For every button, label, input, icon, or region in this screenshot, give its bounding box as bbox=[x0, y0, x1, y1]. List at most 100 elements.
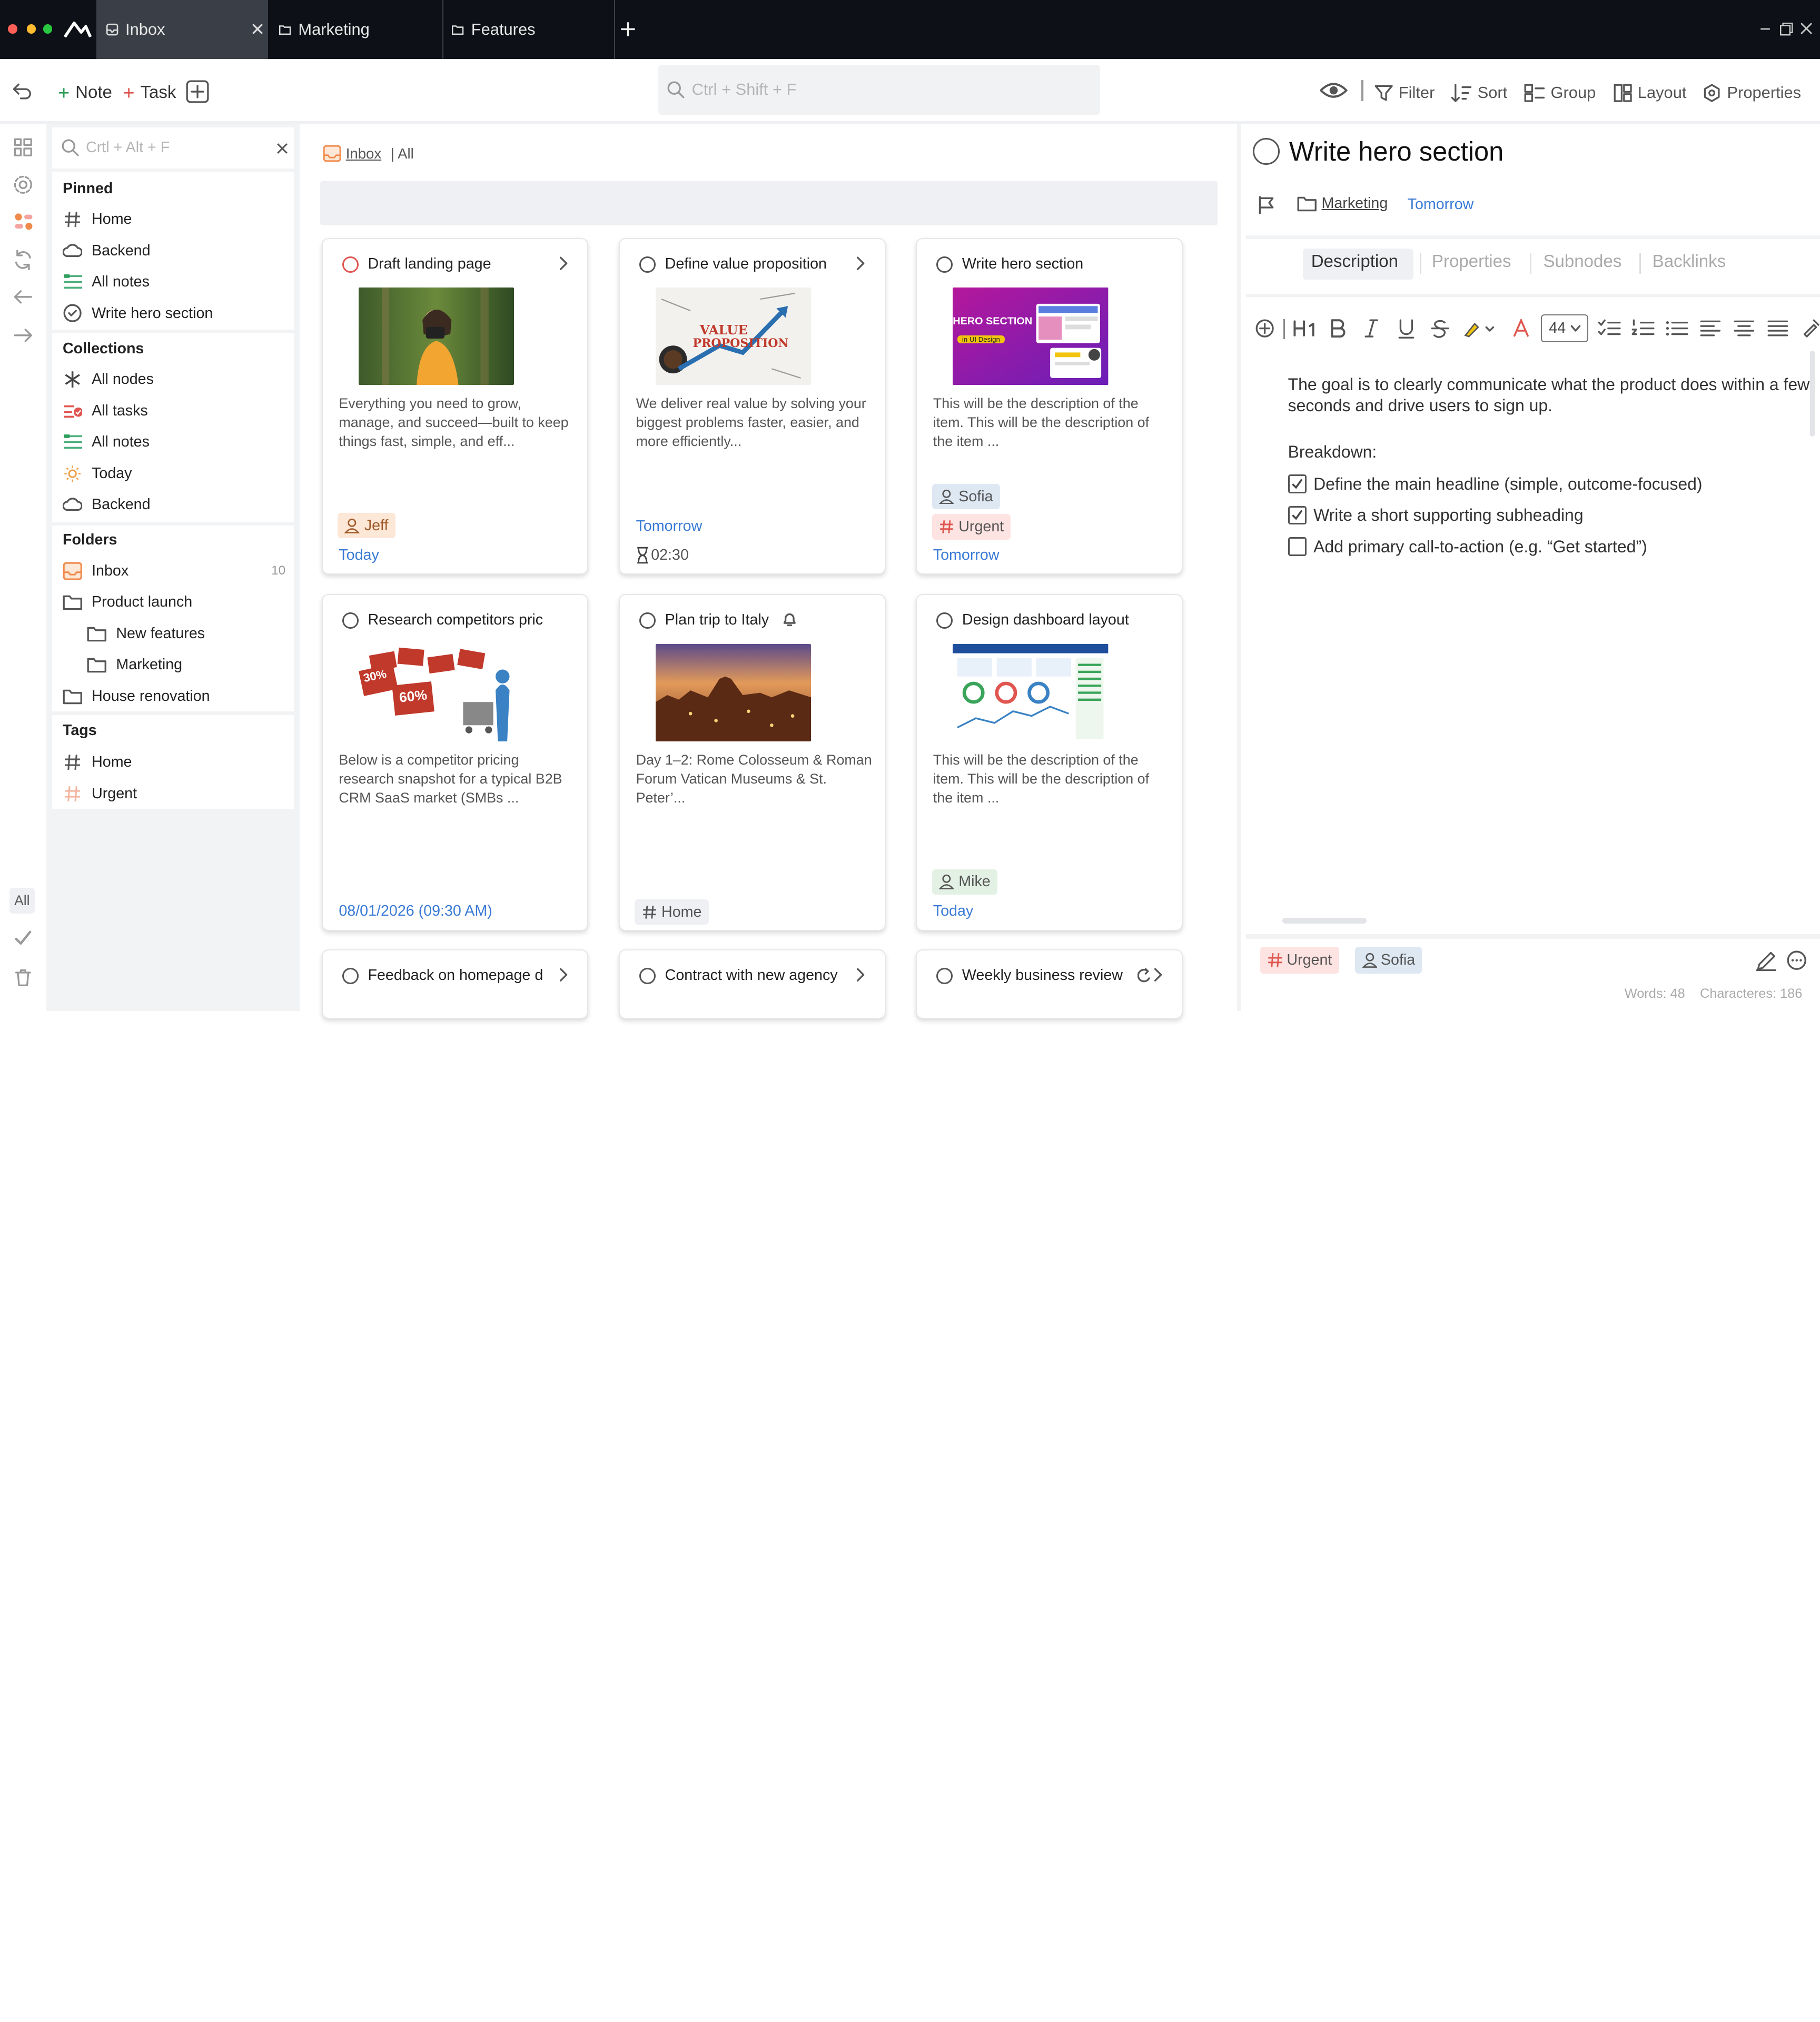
back-arrow-icon[interactable] bbox=[13, 286, 34, 308]
sidebar-item-house-renovation[interactable]: House renovation bbox=[63, 685, 210, 708]
search-input[interactable]: Ctrl + Shift + F bbox=[658, 65, 1101, 115]
sidebar-search[interactable]: Crtl + Alt + F bbox=[52, 127, 294, 168]
insert-plus-icon[interactable] bbox=[1255, 319, 1274, 338]
due-date[interactable]: Tomorrow bbox=[933, 547, 1000, 564]
detail-folder-link[interactable]: Marketing bbox=[1297, 195, 1388, 212]
detail-title[interactable]: Write hero section bbox=[1289, 136, 1504, 167]
all-filter-button[interactable]: All bbox=[9, 888, 35, 914]
properties-button[interactable]: Properties bbox=[1703, 82, 1801, 103]
new-task-button[interactable]: + Task bbox=[123, 82, 176, 104]
undo-icon[interactable] bbox=[12, 82, 33, 101]
task-checkbox[interactable] bbox=[639, 967, 656, 984]
assignee-pill[interactable]: Sofia bbox=[1355, 947, 1422, 974]
sidebar-item-backend-collection[interactable]: Backend bbox=[63, 493, 151, 517]
apps-icon[interactable] bbox=[13, 211, 34, 232]
task-checkbox[interactable] bbox=[639, 612, 656, 629]
bell-icon[interactable] bbox=[782, 611, 797, 628]
sidebar-item-all-nodes[interactable]: All nodes bbox=[63, 368, 154, 391]
layout-button[interactable]: Layout bbox=[1614, 82, 1686, 103]
sidebar-item-product-launch[interactable]: Product launch bbox=[63, 591, 192, 614]
sidebar-item-tag-urgent[interactable]: Urgent bbox=[63, 782, 137, 805]
card-draft-landing-page[interactable]: Draft landing page Everything you need t… bbox=[321, 237, 589, 574]
more-options-icon[interactable] bbox=[1787, 950, 1807, 970]
minimize-window-button[interactable] bbox=[26, 24, 36, 34]
bullet-list-icon[interactable] bbox=[1665, 319, 1688, 338]
detail-due-date[interactable]: Tomorrow bbox=[1408, 196, 1474, 213]
task-checkbox[interactable] bbox=[342, 967, 359, 984]
tab-features[interactable]: Features bbox=[442, 0, 614, 59]
breadcrumb-inbox-link[interactable]: Inbox bbox=[346, 145, 381, 162]
due-date[interactable]: Today bbox=[933, 903, 973, 920]
dashboard-icon[interactable] bbox=[13, 137, 34, 158]
checked-checkbox[interactable] bbox=[1288, 474, 1307, 493]
card-contract-with-new-agency[interactable]: Contract with new agency bbox=[618, 949, 886, 1019]
due-date[interactable]: Tomorrow bbox=[636, 518, 703, 535]
sidebar-item-all-notes-collection[interactable]: All notes bbox=[63, 431, 150, 454]
restore-icon[interactable] bbox=[1779, 22, 1793, 36]
eye-icon[interactable] bbox=[1320, 81, 1348, 100]
checklist-item[interactable]: Write a short supporting subheading bbox=[1288, 505, 1584, 526]
bold-icon[interactable] bbox=[1330, 319, 1346, 338]
unchecked-checkbox[interactable] bbox=[1288, 537, 1307, 556]
horizontal-scrollbar[interactable] bbox=[1282, 918, 1367, 924]
heading-1-icon[interactable] bbox=[1292, 319, 1318, 338]
task-checkbox[interactable] bbox=[936, 256, 953, 273]
task-checkbox[interactable] bbox=[639, 256, 656, 273]
chevron-right-icon[interactable] bbox=[557, 256, 569, 270]
close-window-button[interactable] bbox=[8, 24, 18, 34]
card-feedback-on-homepage[interactable]: Feedback on homepage d bbox=[321, 949, 589, 1019]
due-date[interactable]: Today bbox=[339, 547, 379, 564]
sidebar-item-inbox[interactable]: Inbox 10 bbox=[63, 559, 285, 582]
chevron-right-icon[interactable] bbox=[557, 968, 569, 982]
card-design-dashboard-layout[interactable]: Design dashboard layout This will be the… bbox=[915, 594, 1183, 931]
trash-icon[interactable] bbox=[13, 967, 34, 988]
tab-properties[interactable]: Properties bbox=[1432, 252, 1511, 272]
sync-icon[interactable] bbox=[13, 250, 34, 271]
assignee-pill[interactable]: Jeff bbox=[338, 512, 395, 539]
sidebar-item-all-notes[interactable]: All notes bbox=[63, 271, 150, 294]
done-checkmark-icon[interactable] bbox=[13, 927, 34, 948]
flag-icon[interactable] bbox=[1258, 196, 1275, 215]
task-checkbox[interactable] bbox=[936, 967, 953, 984]
close-tab-icon[interactable] bbox=[252, 23, 263, 35]
settings-gear-icon[interactable] bbox=[13, 174, 34, 195]
text-color-icon[interactable] bbox=[1513, 319, 1529, 339]
chevron-right-icon[interactable] bbox=[854, 968, 866, 982]
assignee-pill[interactable]: Sofia bbox=[932, 483, 1000, 510]
card-plan-trip-to-italy[interactable]: Plan trip to Italy Day 1–2: Rome Colosse… bbox=[618, 594, 886, 931]
sidebar-item-home[interactable]: Home bbox=[63, 207, 132, 231]
sidebar-item-all-tasks[interactable]: All tasks bbox=[63, 399, 148, 422]
new-tab-plus-icon[interactable] bbox=[620, 21, 636, 37]
tab-description[interactable]: Description bbox=[1311, 252, 1398, 272]
sidebar-item-tag-home[interactable]: Home bbox=[63, 751, 132, 774]
card-define-value-proposition[interactable]: Define value proposition VALUE PROPOSITI… bbox=[618, 237, 886, 574]
sidebar-item-write-hero-section[interactable]: Write hero section bbox=[63, 302, 213, 325]
sidebar-item-today[interactable]: Today bbox=[63, 462, 132, 485]
clear-search-icon[interactable] bbox=[276, 143, 288, 154]
vertical-scrollbar[interactable] bbox=[1810, 350, 1815, 437]
quick-add-bar[interactable] bbox=[320, 181, 1218, 225]
checklist-item[interactable]: Define the main headline (simple, outcom… bbox=[1288, 473, 1703, 494]
tab-inbox[interactable]: Inbox bbox=[96, 0, 269, 60]
minimize-icon[interactable] bbox=[1759, 23, 1771, 35]
align-center-icon[interactable] bbox=[1734, 319, 1755, 338]
forward-arrow-icon[interactable] bbox=[13, 325, 34, 346]
description-text[interactable]: The goal is to clearly communicate what … bbox=[1288, 374, 1813, 417]
close-app-icon[interactable] bbox=[1800, 22, 1813, 35]
font-size-select[interactable]: 44 bbox=[1541, 314, 1589, 343]
checklist-item[interactable]: Add primary call-to-action (e.g. “Get st… bbox=[1288, 536, 1647, 557]
highlight-color-icon[interactable] bbox=[1462, 319, 1495, 339]
task-checkbox[interactable] bbox=[342, 256, 359, 273]
checklist-icon[interactable] bbox=[1598, 319, 1621, 338]
tab-subnodes[interactable]: Subnodes bbox=[1543, 252, 1621, 272]
group-button[interactable]: Group bbox=[1524, 82, 1596, 103]
task-complete-checkbox[interactable] bbox=[1253, 138, 1280, 165]
underline-icon[interactable] bbox=[1398, 319, 1415, 339]
align-justify-icon[interactable] bbox=[1767, 319, 1788, 338]
due-date[interactable]: 08/01/2026 (09:30 AM) bbox=[339, 903, 492, 920]
filter-button[interactable]: Filter bbox=[1374, 82, 1435, 103]
chevron-right-icon[interactable] bbox=[1152, 968, 1163, 982]
add-item-icon[interactable] bbox=[186, 80, 209, 103]
card-weekly-business-review[interactable]: Weekly business review bbox=[915, 949, 1183, 1019]
italic-icon[interactable] bbox=[1364, 319, 1378, 338]
